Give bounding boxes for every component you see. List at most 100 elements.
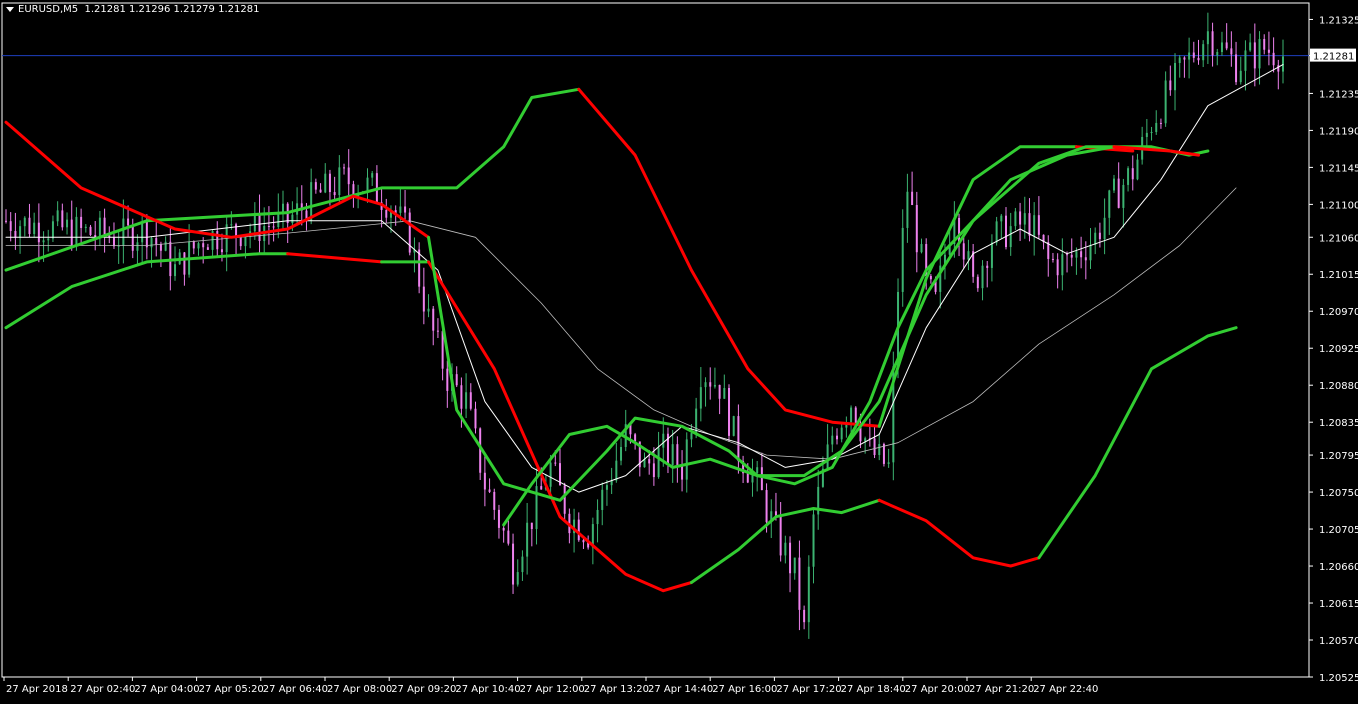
- candle-body: [1122, 184, 1125, 208]
- time-tick-label: 27 Apr 05:20: [199, 684, 264, 695]
- time-tick-label: 27 Apr 02:40: [70, 684, 135, 695]
- candle-body: [89, 226, 92, 235]
- candle-body: [1037, 215, 1040, 235]
- candle-body: [549, 462, 552, 487]
- candle-body: [347, 167, 350, 185]
- candle-body: [84, 226, 87, 228]
- candle-body: [596, 509, 599, 525]
- candle-body: [713, 384, 716, 387]
- candle-body: [990, 242, 993, 268]
- candle-body: [634, 434, 637, 442]
- slow-ma-line: [5, 187, 1237, 460]
- price-tick-label: 1.21100: [1319, 200, 1358, 211]
- candle-body: [159, 244, 162, 251]
- candle-body: [483, 472, 486, 490]
- candle-body: [1028, 213, 1031, 236]
- candle-body: [887, 462, 890, 464]
- candle-body: [281, 203, 284, 213]
- price-tick-label: 1.20660: [1319, 562, 1358, 573]
- candle-body: [526, 522, 529, 557]
- candle-body: [756, 467, 759, 474]
- time-tick-label: 27 Apr 13:20: [584, 684, 649, 695]
- candle-body: [835, 435, 838, 440]
- candle-body: [385, 209, 388, 218]
- candle-body: [1253, 42, 1256, 69]
- trend-band-segment: [427, 145, 1116, 502]
- candle-body: [1267, 49, 1270, 53]
- candle-body: [343, 167, 346, 169]
- price-tick-label: 1.20880: [1319, 381, 1358, 392]
- candle-body: [1178, 57, 1181, 64]
- candle-body: [1197, 57, 1200, 61]
- candle-body: [1014, 211, 1017, 227]
- candle-body: [803, 609, 806, 623]
- candle-body: [324, 173, 327, 193]
- candle-body: [314, 182, 317, 190]
- candle-body: [244, 237, 247, 247]
- price-tick-label: 1.21190: [1319, 126, 1358, 137]
- candle-body: [1244, 50, 1247, 71]
- candle-body: [131, 225, 134, 251]
- candle-body: [601, 489, 604, 510]
- candle-body: [239, 236, 242, 247]
- time-tick-label: 27 Apr 20:00: [905, 684, 970, 695]
- candle-body: [615, 460, 618, 481]
- candle-body: [1108, 190, 1111, 218]
- price-tick-label: 1.20835: [1319, 418, 1358, 429]
- symbol-label: EURUSD,M5: [18, 4, 79, 15]
- candle-body: [338, 167, 341, 196]
- candle-body: [1174, 63, 1177, 91]
- time-tick-label: 27 Apr 14:40: [648, 684, 713, 695]
- upper-envelope-segment: [4, 87, 581, 272]
- candle-body: [695, 408, 698, 434]
- candle-body: [1005, 215, 1008, 248]
- candle-body: [432, 308, 435, 331]
- candle-body: [554, 462, 557, 464]
- candle-body: [1202, 44, 1205, 61]
- price-chart-svg[interactable]: 1.21325 1.21281 1.21235 1.21190 1.21145 1.211…: [0, 0, 1358, 700]
- time-tick-label: 27 Apr 21:20: [969, 684, 1034, 695]
- candle-body: [141, 221, 144, 243]
- chart-area[interactable]: 1.21325 1.21281 1.21235 1.21190 1.21145 1.211…: [0, 0, 1358, 700]
- time-tick-label: 27 Apr 12:00: [520, 684, 585, 695]
- candle-body: [906, 191, 909, 228]
- chart-header: EURUSD,M5 1.21281 1.21296 1.21279 1.2128…: [6, 4, 259, 15]
- candle-body: [399, 206, 402, 213]
- candle-body: [681, 466, 684, 480]
- candle-body: [728, 388, 731, 436]
- candle-body: [333, 192, 336, 196]
- candle-body: [967, 251, 970, 260]
- candle-body: [455, 374, 458, 386]
- candle-body: [920, 244, 923, 253]
- candle-body: [75, 216, 78, 246]
- price-tick-label: 1.20615: [1319, 599, 1358, 610]
- candle-body: [864, 438, 867, 442]
- candle-body: [1206, 31, 1209, 45]
- lower-envelope-segment: [877, 498, 1041, 568]
- candle-body: [981, 265, 984, 289]
- candle-body: [122, 218, 125, 246]
- candle-body: [1098, 232, 1101, 240]
- current-price-label: 1.21281: [1313, 52, 1354, 63]
- candle-body: [915, 204, 918, 253]
- candle-body: [502, 527, 505, 531]
- lower-envelope-segment: [286, 252, 384, 264]
- dropdown-triangle-icon[interactable]: [6, 6, 14, 12]
- candle-body: [446, 368, 449, 391]
- candle-body: [418, 249, 421, 287]
- candle-body: [929, 276, 932, 280]
- candle-body: [23, 217, 26, 227]
- upper-envelope-segment: [577, 87, 881, 428]
- candle-body: [220, 249, 223, 253]
- candle-body: [235, 224, 238, 237]
- candle-body: [577, 519, 580, 541]
- candle-body: [98, 217, 101, 238]
- candle-body: [962, 243, 965, 260]
- candle-body: [812, 514, 815, 567]
- candle-body: [882, 444, 885, 464]
- candle-body: [1150, 131, 1153, 133]
- candle-body: [197, 243, 200, 249]
- candle-body: [117, 245, 120, 247]
- price-tick-label: 1.20705: [1319, 525, 1358, 536]
- candle-body: [1220, 42, 1223, 52]
